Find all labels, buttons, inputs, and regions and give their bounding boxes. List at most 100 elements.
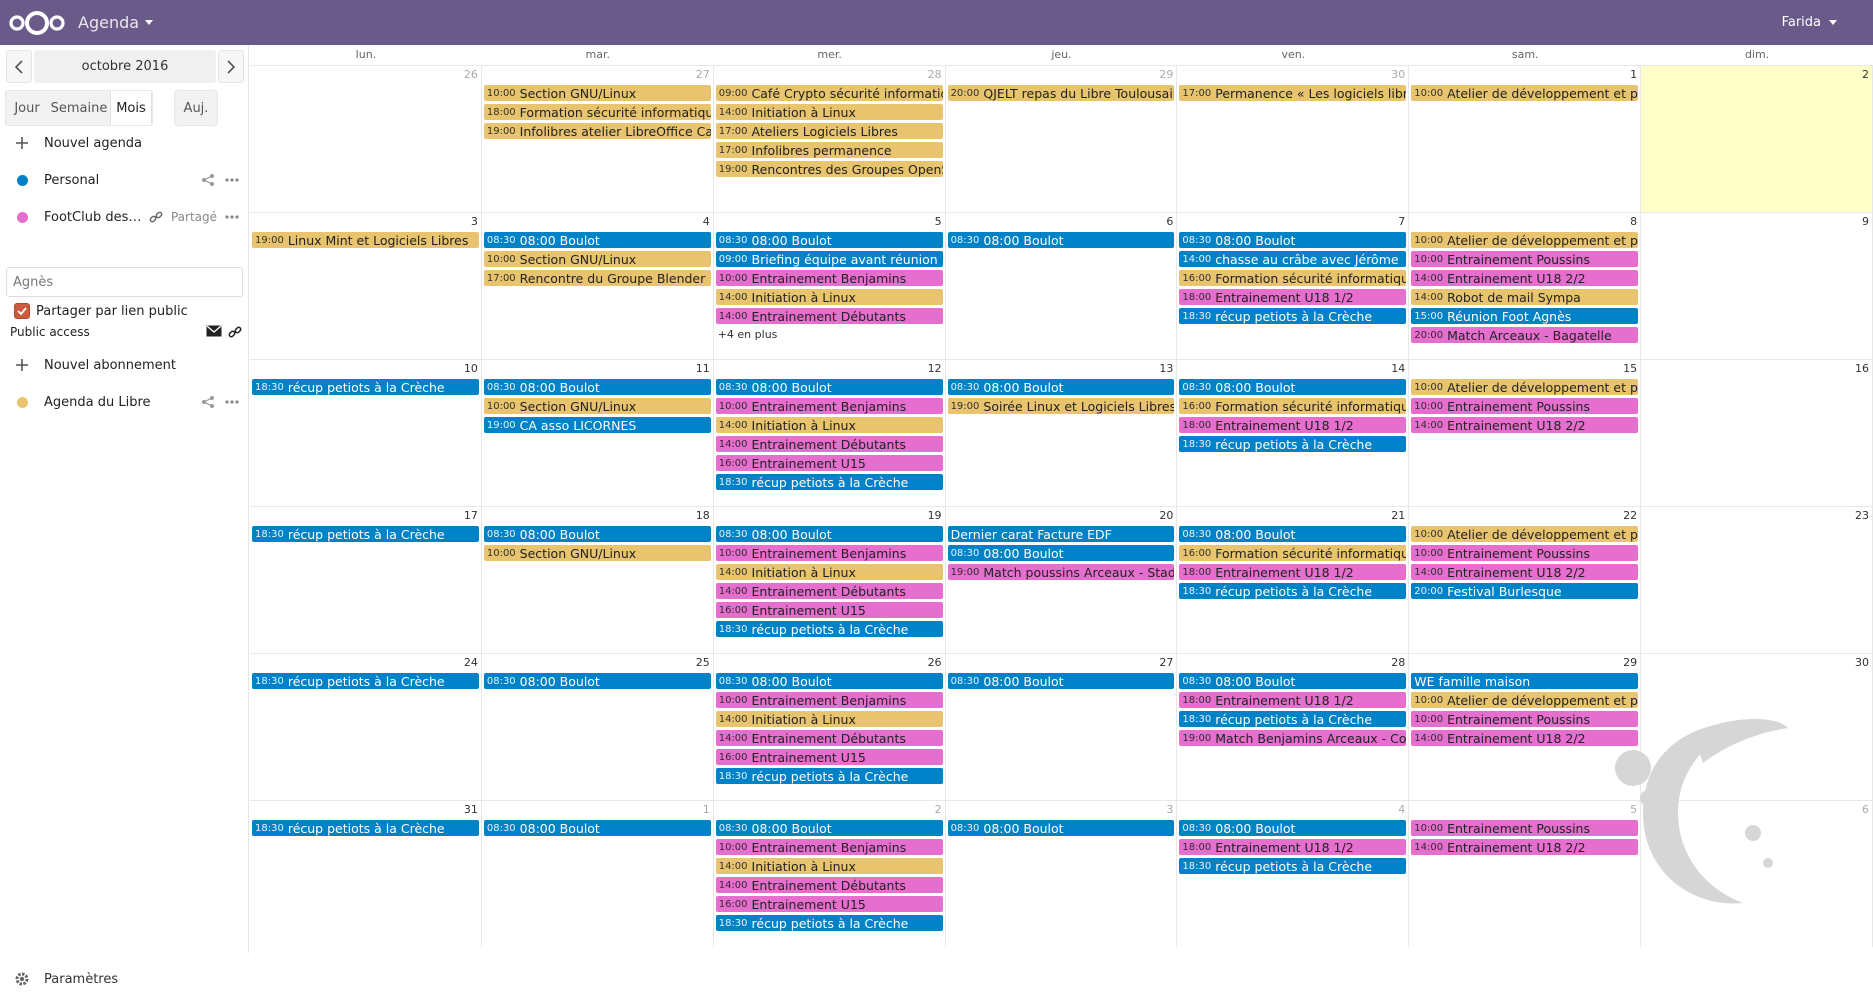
new-calendar-button[interactable]: Nouvel agenda — [0, 127, 249, 159]
calendar-event[interactable]: 14:00 Entrainement Débutants — [715, 583, 943, 599]
day-number[interactable]: 11 — [696, 362, 710, 375]
calendar-event[interactable]: 17:00 Rencontre du Groupe Blender — [483, 270, 711, 286]
current-month-label[interactable]: octobre 2016 — [34, 50, 216, 83]
calendar-day-cell[interactable]: 10 18:30 récup petiots à la Crèche — [250, 359, 482, 506]
calendar-event[interactable]: 14:00 Entrainement U18 2/2 — [1411, 730, 1639, 746]
calendar-item-footclub[interactable]: FootClub des… Partagé — [0, 201, 249, 233]
day-number[interactable]: 5 — [1630, 803, 1637, 816]
calendar-event[interactable]: 14:00 Initiation à Linux — [715, 711, 943, 727]
calendar-event[interactable]: 15:00 Réunion Foot Agnès — [1411, 308, 1639, 324]
nextcloud-logo-icon[interactable] — [8, 9, 66, 37]
share-with-input[interactable] — [6, 267, 243, 297]
calendar-event[interactable]: 10:00Atelier de développement et program… — [1411, 232, 1639, 248]
day-number[interactable]: 13 — [1159, 362, 1173, 375]
calendar-day-cell[interactable]: 21 08:30 08:00 Boulot 16:00 Formation sécuri… — [1177, 506, 1410, 653]
calendar-event[interactable]: 16:00 Formation sécurité informatique — [1179, 398, 1407, 414]
calendar-event[interactable]: 10:00Atelier de développement et program… — [1411, 379, 1639, 395]
calendar-day-cell[interactable]: 15 10:00Atelier de développement et progr… — [1409, 359, 1642, 506]
calendar-day-cell[interactable]: 26 08:30 08:00 Boulot 10:00 Entrainement Ben… — [713, 653, 946, 800]
day-number[interactable]: 6 — [1862, 803, 1869, 816]
calendar-event[interactable]: 10:00Atelier de développement et program… — [1411, 692, 1639, 708]
link-icon[interactable] — [228, 325, 242, 342]
share-public-link-checkbox[interactable]: Partager par lien public — [14, 303, 188, 319]
calendar-event[interactable]: 18:00 Formation sécurité informatique — [483, 104, 711, 120]
calendar-event[interactable]: 14:00 Entrainement Débutants — [715, 308, 943, 324]
calendar-day-cell[interactable]: 29 WE famille maison 10:00 Atelier de dével… — [1409, 653, 1642, 800]
calendar-event[interactable]: 18:30 récup petiots à la Crèche — [252, 673, 479, 689]
calendar-event[interactable]: 08:30 08:00 Boulot — [715, 673, 943, 689]
calendar-event[interactable]: 10:00 Entrainement Benjamins — [715, 692, 943, 708]
day-number[interactable]: 21 — [1391, 509, 1405, 522]
calendar-event[interactable]: 10:00 Entrainement Poussins — [1411, 711, 1639, 727]
calendar-day-cell[interactable]: 28 09:00Café Crypto sécurité informatique… — [713, 65, 946, 212]
calendar-event[interactable]: 14:00 Entrainement U18 2/2 — [1411, 417, 1639, 433]
calendar-day-cell[interactable]: 30 — [1641, 653, 1873, 800]
day-number[interactable]: 2 — [1862, 68, 1869, 81]
day-number[interactable]: 23 — [1855, 509, 1869, 522]
day-number[interactable]: 6 — [1166, 215, 1173, 228]
day-number[interactable]: 4 — [703, 215, 710, 228]
calendar-event[interactable]: 20:00 QJELT repas du Libre Toulousain — [947, 85, 1175, 101]
calendar-event[interactable]: 10:00 Entrainement Benjamins — [715, 839, 943, 855]
calendar-day-cell[interactable]: 27 10:00 Section GNU/Linux 18:00 Formation s… — [481, 65, 714, 212]
calendar-event[interactable]: 10:00 Entrainement Poussins — [1411, 398, 1639, 414]
calendar-event[interactable]: 19:00 Match poussins Arceaux - Stade — [947, 564, 1175, 580]
calendar-event[interactable]: 08:30 08:00 Boulot — [715, 526, 943, 542]
calendar-event[interactable]: 20:00 Festival Burlesque — [1411, 583, 1639, 599]
day-number[interactable]: 5 — [935, 215, 942, 228]
calendar-event[interactable]: 18:00 Entrainement U18 1/2 — [1179, 692, 1407, 708]
calendar-event[interactable]: 10:00 Entrainement Poussins — [1411, 545, 1639, 561]
calendar-event[interactable]: 14:00 Robot de mail Sympa — [1411, 289, 1639, 305]
calendar-item-personal[interactable]: Personal — [0, 164, 249, 196]
calendar-event[interactable]: 14:00 Initiation à Linux — [715, 417, 943, 433]
calendar-day-cell[interactable]: 13 08:30 08:00 Boulot 19:00 Soirée Linux et … — [945, 359, 1178, 506]
calendar-event[interactable]: 18:30 récup petiots à la Crèche — [1179, 711, 1407, 727]
day-number[interactable]: 22 — [1623, 509, 1637, 522]
day-number[interactable]: 7 — [1398, 215, 1405, 228]
day-number[interactable]: 30 — [1855, 656, 1869, 669]
calendar-day-cell-today[interactable]: 2 — [1641, 65, 1873, 212]
more-options-icon[interactable] — [225, 215, 239, 219]
calendar-event[interactable]: 14:00 Entrainement Débutants — [715, 877, 943, 893]
calendar-event[interactable]: 14:00 chasse au crâbe avec Jérôme — [1179, 251, 1407, 267]
day-number[interactable]: 30 — [1391, 68, 1405, 81]
calendar-event[interactable]: 16:00 Entrainement U15 — [715, 602, 943, 618]
calendar-event[interactable]: 18:30 récup petiots à la Crèche — [715, 768, 943, 784]
calendar-event[interactable]: 19:00Match Benjamins Arceaux - Colomiers — [1179, 730, 1407, 746]
day-number[interactable]: 12 — [928, 362, 942, 375]
calendar-day-cell[interactable]: 4 08:30 08:00 Boulot 18:00 Entrainement U18 … — [1177, 800, 1410, 947]
calendar-event[interactable]: 08:30 08:00 Boulot — [1179, 673, 1407, 689]
calendar-event[interactable]: 14:00 Entrainement U18 2/2 — [1411, 839, 1639, 855]
calendar-day-cell[interactable]: 9 — [1641, 212, 1873, 359]
link-icon[interactable] — [149, 210, 163, 224]
day-number[interactable]: 19 — [928, 509, 942, 522]
calendar-day-cell[interactable]: 31 18:30 récup petiots à la Crèche — [250, 800, 482, 947]
calendar-day-cell[interactable]: 3 08:30 08:00 Boulot — [945, 800, 1178, 947]
calendar-day-cell[interactable]: 18 08:30 08:00 Boulot 10:00 Section GNU/Linu… — [481, 506, 714, 653]
calendar-day-cell[interactable]: 6 — [1641, 800, 1873, 947]
user-menu[interactable]: Farida — [1782, 0, 1837, 45]
calendar-event[interactable]: 17:00 Infolibres permanence — [715, 142, 943, 158]
calendar-event[interactable]: 14:00 Entrainement Débutants — [715, 436, 943, 452]
calendar-day-cell[interactable]: 5 08:30 08:00 Boulot 09:00 Briefing équipe a… — [713, 212, 946, 359]
calendar-event[interactable]: 10:00Atelier de développement et program… — [1411, 526, 1639, 542]
calendar-day-cell[interactable]: 14 08:30 08:00 Boulot 16:00 Formation sécuri… — [1177, 359, 1410, 506]
day-number[interactable]: 27 — [696, 68, 710, 81]
calendar-event[interactable]: 10:00 Entrainement Benjamins — [715, 398, 943, 414]
next-month-button[interactable] — [218, 50, 244, 83]
calendar-event[interactable]: 19:00 Infolibres atelier LibreOffice Calc — [483, 123, 711, 139]
view-month-button[interactable]: Mois — [110, 91, 152, 125]
calendar-day-cell[interactable]: 19 08:30 08:00 Boulot 10:00 Entrainement Ben… — [713, 506, 946, 653]
calendar-event[interactable]: 18:30 récup petiots à la Crèche — [715, 621, 943, 637]
more-events-link[interactable]: +4 en plus — [716, 327, 943, 343]
calendar-day-cell[interactable]: 6 08:30 08:00 Boulot — [945, 212, 1178, 359]
calendar-event[interactable]: 09:00 Briefing équipe avant réunion — [715, 251, 943, 267]
calendar-day-cell[interactable]: 24 18:30 récup petiots à la Crèche — [250, 653, 482, 800]
calendar-day-cell[interactable]: 20 Dernier carat Facture EDF 08:30 08:00 Bo… — [945, 506, 1178, 653]
day-number[interactable]: 20 — [1159, 509, 1173, 522]
calendar-event[interactable]: 08:30 08:00 Boulot — [715, 379, 943, 395]
calendar-event[interactable]: 18:30 récup petiots à la Crèche — [1179, 436, 1407, 452]
more-options-icon[interactable] — [225, 178, 239, 182]
calendar-event[interactable]: 18:30 récup petiots à la Crèche — [252, 379, 479, 395]
calendar-day-cell[interactable]: 23 — [1641, 506, 1873, 653]
